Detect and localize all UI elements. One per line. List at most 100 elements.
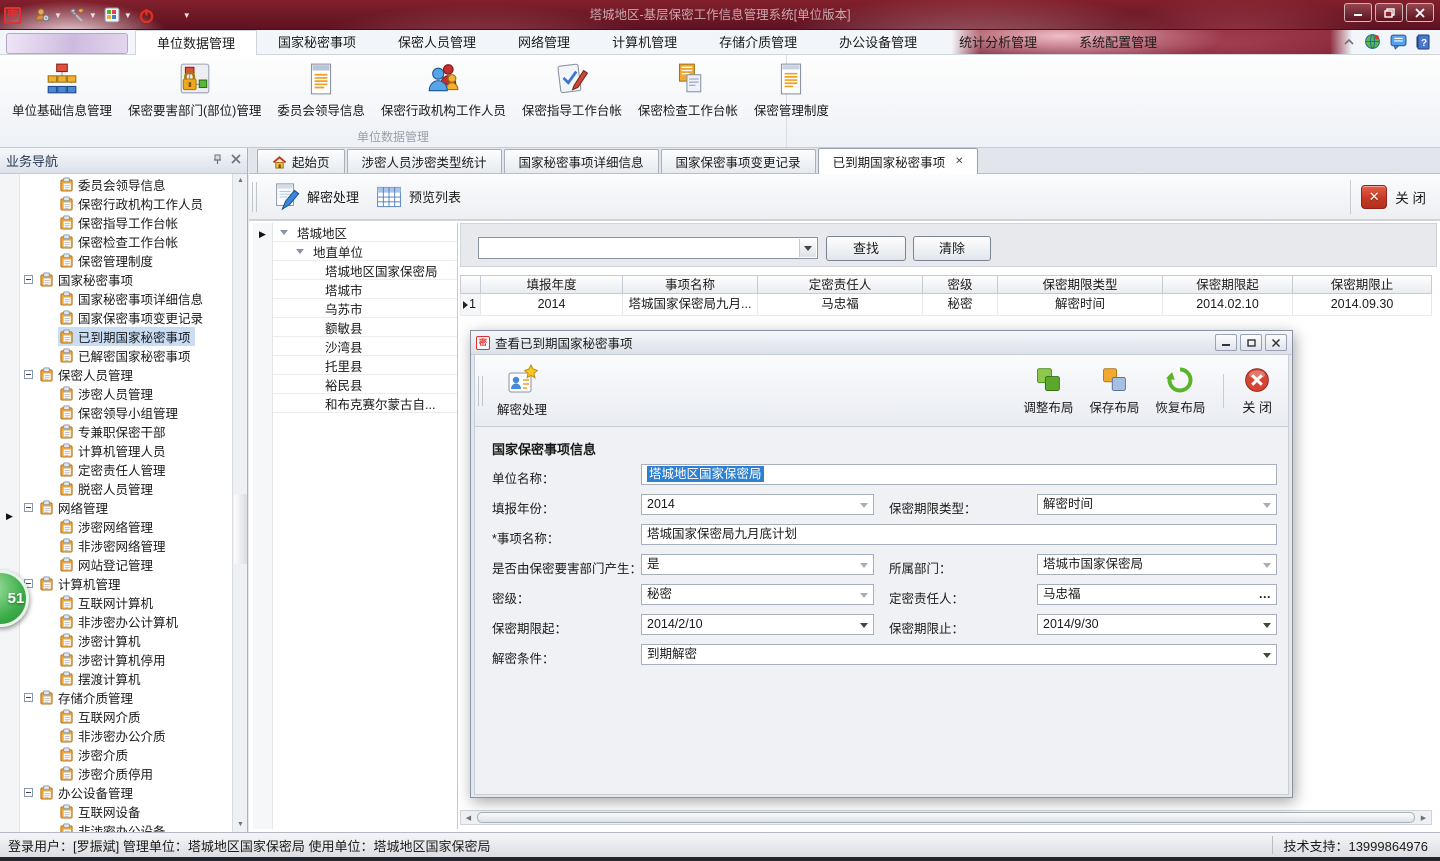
sidebar-tree-item[interactable]: 涉密介质 — [20, 745, 232, 764]
secret-level-combo[interactable]: 秘密 — [641, 584, 874, 605]
restore-layout-button[interactable]: 恢复布局 — [1147, 362, 1213, 420]
minimize-button[interactable] — [1344, 3, 1372, 22]
tab-start-page[interactable]: 起始页 — [257, 149, 345, 173]
sidebar-tree-item[interactable]: 保密指导工作台帐 — [20, 213, 232, 232]
ribbon-tab[interactable]: 计算机管理 — [591, 30, 698, 55]
sidebar-tree-item[interactable]: 非涉密办公设备 — [20, 821, 232, 832]
ribbon-button-unit-base-info[interactable]: 单位基础信息管理 — [4, 58, 120, 121]
hscrollbar-thumb[interactable] — [477, 812, 1415, 823]
sidebar-tree-item[interactable]: 网络管理 — [20, 498, 232, 517]
sidebar-tree-item[interactable]: 涉密网络管理 — [20, 517, 232, 536]
qat-overflow-icon[interactable]: ▼ — [183, 11, 191, 20]
ribbon-button-admin-staff[interactable]: 保密行政机构工作人员 — [373, 58, 514, 121]
sidebar-tree-item[interactable]: 涉密计算机停用 — [20, 650, 232, 669]
globe-icon[interactable] — [1364, 33, 1381, 53]
ribbon-button-committee-leaders[interactable]: 委员会领导信息 — [269, 58, 373, 121]
sidebar-tree-item[interactable]: 网站登记管理 — [20, 555, 232, 574]
dialog-maximize-button[interactable] — [1240, 334, 1262, 351]
sidebar-tree-item[interactable]: 计算机管理人员 — [20, 441, 232, 460]
sidebar-tree-item[interactable]: 涉密计算机 — [20, 631, 232, 650]
combo-dropdown-icon[interactable] — [1263, 653, 1271, 658]
tab-personnel-type-stats[interactable]: 涉密人员涉密类型统计 — [347, 149, 502, 173]
close-page-icon[interactable]: ✕ — [1361, 185, 1387, 209]
collapse-toggle-icon[interactable] — [24, 693, 33, 702]
search-combobox[interactable] — [478, 237, 818, 259]
sidebar-tree-item[interactable]: 涉密人员管理 — [20, 384, 232, 403]
sidebar-tree-item[interactable]: 委员会领导信息 — [20, 175, 232, 194]
table-row[interactable]: 1 2014 塔城国家保密局九月... 马忠福 秘密 解密时间 2014.02.… — [460, 294, 1432, 316]
period-start-picker[interactable]: 2014/2/10 — [641, 614, 874, 635]
sidebar-tree-item[interactable]: 国家保密事项变更记录 — [20, 308, 232, 327]
expand-arrow-icon[interactable] — [296, 249, 304, 254]
sidebar-tree-item[interactable]: 互联网介质 — [20, 707, 232, 726]
horizontal-scrollbar[interactable]: ◀ ▶ — [460, 810, 1432, 825]
region-tree-item[interactable]: 裕民县 — [273, 375, 457, 394]
decrypt-condition-combo[interactable]: 到期解密 — [641, 644, 1277, 665]
help-icon[interactable]: ? — [1416, 34, 1432, 53]
sidebar-tree-item[interactable]: 互联网设备 — [20, 802, 232, 821]
date-dropdown-icon[interactable] — [1263, 623, 1271, 628]
ribbon-button-vital-dept[interactable]: 保密要害部门(部位)管理 — [120, 58, 269, 121]
scroll-down-icon[interactable]: ▼ — [234, 818, 247, 832]
save-layout-button[interactable]: 保存布局 — [1081, 362, 1147, 420]
dept-combo[interactable]: 塔城市国家保密局 — [1037, 554, 1277, 575]
scroll-up-icon[interactable]: ▲ — [234, 174, 247, 188]
sidebar-tree-item[interactable]: 互联网计算机 — [20, 593, 232, 612]
period-type-combo[interactable]: 解密时间 — [1037, 494, 1277, 515]
sidebar-tree-item[interactable]: 非涉密网络管理 — [20, 536, 232, 555]
decrypt-process-button[interactable]: 解密处理 — [263, 178, 367, 216]
ribbon-tab[interactable]: 存储介质管理 — [698, 30, 818, 55]
owner-more-button[interactable]: … — [1259, 585, 1273, 604]
user-icon[interactable] — [34, 7, 50, 23]
scroll-left-icon[interactable]: ◀ — [461, 811, 476, 824]
grid-header[interactable]: 保密期限止 — [1293, 275, 1432, 294]
maximize-button[interactable] — [1375, 3, 1403, 22]
sidebar-tree-item[interactable]: 国家秘密事项详细信息 — [20, 289, 232, 308]
search-input[interactable] — [481, 239, 797, 257]
palette-dropdown-icon[interactable]: ▼ — [124, 11, 132, 20]
grid-header[interactable]: 密级 — [923, 275, 998, 294]
region-tree-item[interactable]: 地直单位 — [273, 242, 457, 261]
close-page-label[interactable]: 关 闭 — [1395, 187, 1426, 207]
dialog-decrypt-button[interactable]: 解密处理 — [489, 360, 555, 422]
ribbon-tab[interactable]: 网络管理 — [497, 30, 591, 55]
sidebar-tree-item[interactable]: 保密行政机构工作人员 — [20, 194, 232, 213]
ribbon-tab[interactable]: 保密人员管理 — [377, 30, 497, 55]
ribbon-button-inspection-ledger[interactable]: 保密检查工作台帐 — [630, 58, 746, 121]
grid-header[interactable]: 保密期限类型 — [998, 275, 1163, 294]
tab-expired-secret-items[interactable]: 已到期国家秘密事项 ✕ — [818, 148, 979, 174]
item-name-field[interactable]: 塔城国家保密局九月底计划 — [641, 524, 1277, 545]
dialog-minimize-button[interactable] — [1215, 334, 1237, 351]
pin-icon[interactable] — [212, 154, 223, 168]
dialog-close-action-button[interactable]: 关 闭 — [1234, 362, 1280, 420]
ribbon-tab[interactable]: 办公设备管理 — [818, 30, 938, 55]
find-button[interactable]: 查找 — [826, 236, 906, 261]
region-tree-item[interactable]: 和布克赛尔蒙古自... — [273, 394, 457, 413]
tab-secret-item-details[interactable]: 国家秘密事项详细信息 — [504, 149, 659, 173]
collapse-toggle-icon[interactable] — [24, 370, 33, 379]
close-button[interactable] — [1406, 3, 1434, 22]
ribbon-button-guidance-ledger[interactable]: 保密指导工作台帐 — [514, 58, 630, 121]
region-tree-item[interactable]: 塔城地区 — [273, 223, 457, 242]
sidebar-tree-item[interactable]: 摆渡计算机 — [20, 669, 232, 688]
sidebar-close-icon[interactable] — [231, 154, 241, 167]
unit-name-field[interactable]: 塔城地区国家保密局 — [641, 464, 1277, 485]
tab-close-icon[interactable]: ✕ — [955, 156, 963, 167]
scrollbar-thumb[interactable] — [234, 494, 247, 564]
clear-button[interactable]: 清除 — [913, 236, 991, 261]
sidebar-tree-item[interactable]: 脱密人员管理 — [20, 479, 232, 498]
preview-list-button[interactable]: 预览列表 — [367, 179, 469, 215]
sidebar-tree-item[interactable]: 保密管理制度 — [20, 251, 232, 270]
tools-icon[interactable] — [69, 7, 85, 23]
ribbon-tab[interactable]: 系统配置管理 — [1058, 30, 1178, 55]
scroll-right-icon[interactable]: ▶ — [1416, 811, 1431, 824]
palette-icon[interactable] — [104, 7, 120, 23]
user-dropdown-icon[interactable]: ▼ — [54, 11, 62, 20]
expand-arrow-icon[interactable] — [280, 230, 288, 235]
collapse-ribbon-icon[interactable] — [1343, 36, 1355, 50]
region-tree-item[interactable]: 塔城市 — [273, 280, 457, 299]
date-dropdown-icon[interactable] — [860, 623, 868, 628]
sidebar-tree-item[interactable]: 非涉密办公介质 — [20, 726, 232, 745]
region-tree-item[interactable]: 额敏县 — [273, 318, 457, 337]
owner-field[interactable]: 马忠福… — [1037, 584, 1277, 605]
